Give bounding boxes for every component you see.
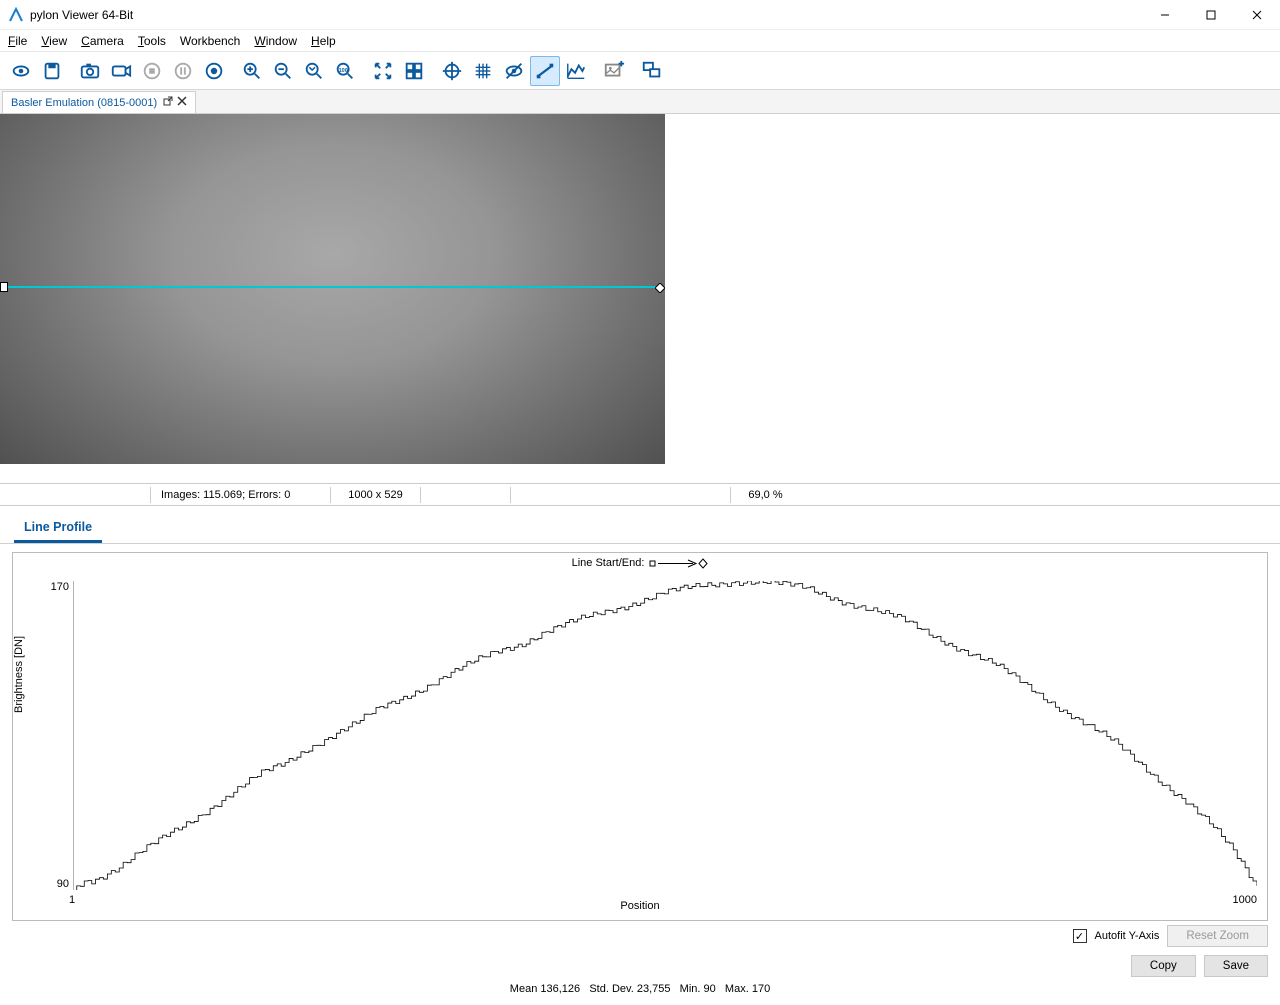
menu-camera[interactable]: Camera — [81, 34, 124, 48]
histogram-button[interactable] — [561, 56, 591, 86]
fullscreen-button[interactable] — [368, 56, 398, 86]
window-maximize-button[interactable] — [1188, 0, 1234, 29]
y-tick-min: 90 — [47, 878, 69, 890]
camera-image[interactable] — [0, 114, 665, 464]
status-images: Images: 115.069; Errors: 0 — [150, 487, 330, 503]
grid-button[interactable] — [399, 56, 429, 86]
menu-window[interactable]: Window — [254, 34, 297, 48]
chart-action-buttons: Copy Save — [12, 951, 1268, 981]
line-profile-chart: Line Start/End: Brightness [DN] Position… — [12, 552, 1268, 921]
record-button[interactable] — [199, 56, 229, 86]
app-icon — [8, 7, 24, 23]
chart-stats: Mean 136,126 Std. Dev. 23,755 Min. 90 Ma… — [12, 981, 1268, 1001]
autofit-label: Autofit Y-Axis — [1095, 930, 1160, 942]
svg-text:100: 100 — [339, 67, 348, 73]
window-close-button[interactable] — [1234, 0, 1280, 29]
windows-button[interactable] — [637, 56, 667, 86]
x-tick-max: 1000 — [1233, 894, 1257, 906]
line-profile-button[interactable] — [530, 56, 560, 86]
y-tick-max: 170 — [47, 581, 69, 593]
zoom-100-button[interactable]: 100 — [330, 56, 360, 86]
zoom-out-button[interactable] — [268, 56, 298, 86]
image-statusbar: Images: 115.069; Errors: 0 1000 x 529 69… — [0, 484, 1280, 506]
add-image-button[interactable] — [599, 56, 629, 86]
line-profile-panel: Line Start/End: Brightness [DN] Position… — [0, 544, 1280, 1005]
save-chart-button[interactable]: Save — [1204, 955, 1268, 977]
status-zoom: 69,0 % — [730, 487, 800, 503]
profile-line[interactable] — [0, 286, 665, 288]
popout-icon[interactable] — [163, 96, 173, 109]
menu-view[interactable]: View — [41, 34, 67, 48]
camera-tab[interactable]: Basler Emulation (0815-0001) — [2, 91, 196, 113]
tab-label: Basler Emulation (0815-0001) — [11, 97, 157, 109]
panel-tabstrip: Line Profile — [0, 516, 1280, 544]
menu-tools[interactable]: Tools — [138, 34, 166, 48]
gridlines-button[interactable] — [468, 56, 498, 86]
window-title: pylon Viewer 64-Bit — [30, 8, 1142, 22]
continuous-button[interactable] — [106, 56, 136, 86]
overlay-button[interactable] — [499, 56, 529, 86]
crosshair-button[interactable] — [437, 56, 467, 86]
chart-plot[interactable] — [73, 581, 1257, 890]
chart-controls: ✓ Autofit Y-Axis Reset Zoom — [12, 921, 1268, 951]
zoom-fit-button[interactable] — [299, 56, 329, 86]
pause-button[interactable] — [168, 56, 198, 86]
close-tab-icon[interactable] — [177, 96, 187, 109]
stop-button[interactable] — [137, 56, 167, 86]
window-titlebar: pylon Viewer 64-Bit — [0, 0, 1280, 30]
x-axis-label: Position — [620, 900, 659, 912]
zoom-in-button[interactable] — [237, 56, 267, 86]
menu-workbench[interactable]: Workbench — [180, 34, 240, 48]
image-viewer — [0, 114, 1280, 484]
profile-line-end-handle[interactable] — [655, 282, 665, 292]
autofit-checkbox[interactable]: ✓ — [1073, 929, 1087, 943]
status-resolution: 1000 x 529 — [330, 487, 420, 503]
chart-legend: Line Start/End: — [13, 553, 1267, 573]
window-minimize-button[interactable] — [1142, 0, 1188, 29]
profile-line-start-handle[interactable] — [0, 282, 8, 292]
legend-marker-icon — [648, 557, 708, 569]
document-tabstrip: Basler Emulation (0815-0001) — [0, 90, 1280, 114]
save-button[interactable] — [37, 56, 67, 86]
x-tick-min: 1 — [69, 894, 75, 906]
toolbar: 100 — [0, 52, 1280, 90]
line-profile-tab[interactable]: Line Profile — [14, 514, 102, 543]
y-axis-label: Brightness [DN] — [13, 635, 25, 712]
reset-zoom-button[interactable]: Reset Zoom — [1167, 925, 1268, 947]
singleshot-button[interactable] — [75, 56, 105, 86]
menu-file[interactable]: File — [8, 34, 27, 48]
open-device-button[interactable] — [6, 56, 36, 86]
copy-button[interactable]: Copy — [1131, 955, 1196, 977]
menu-help[interactable]: Help — [311, 34, 336, 48]
menubar: File View Camera Tools Workbench Window … — [0, 30, 1280, 52]
